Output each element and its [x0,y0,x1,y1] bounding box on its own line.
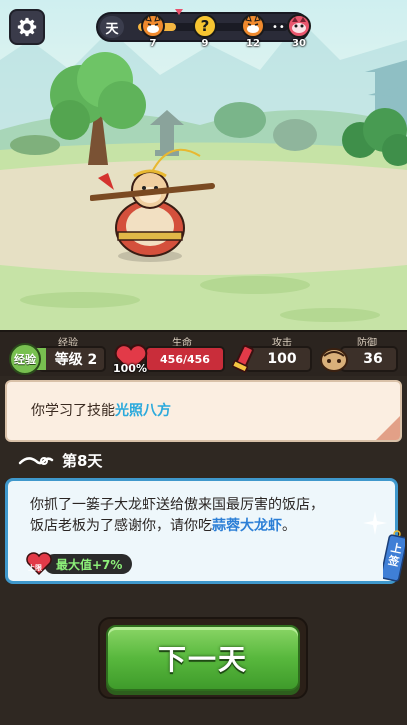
gear-icon [17,17,37,37]
dish-name: 蒜蓉大龙虾 [212,518,282,534]
event-card: 你抓了一篓子大龙虾送给傲来国最厉害的饭店， 饭店老板为了感谢你，请你吃蒜蓉大龙虾… [5,478,398,584]
armor-icon [320,348,348,372]
exp-badge: 经验 [9,343,41,375]
skill-message-card: 你学习了技能光照八方 [5,380,402,442]
progress-day-label: 天 [100,16,124,38]
svg-text:?: ? [201,17,210,35]
event-line-2-prefix: 饭店老板为了感谢你，请你吃 [30,518,212,534]
stats-bar: 经验 经验 等级 2 生命 456/456 100% 攻击 100 防御 36 [0,330,407,376]
day-progress-bar: 天 7 ? 9 12 ••• 30 [96,9,312,49]
next-day-label: 下一天 [157,643,248,676]
progress-node-mystery[interactable]: ? 9 [192,13,218,49]
fortune-tag[interactable]: 上签 [380,530,407,582]
boss-enemy-icon [287,14,311,38]
fox-enemy-icon [241,13,265,38]
sword-icon [232,344,254,373]
fox-enemy-icon [141,13,165,38]
progress-node-fox-2[interactable]: 12 [240,13,266,49]
question-mark-icon: ? [193,14,217,38]
progress-node-number: 7 [149,38,157,49]
day-header: 第8天 [18,449,102,471]
max-hp-badge-label: 上限 [28,564,42,572]
hp-value: 456/456 [160,352,210,366]
skill-message-prefix: 你学习了技能 [31,403,115,419]
progress-node-number: 12 [246,38,260,49]
cloud-swirl-icon [18,457,54,465]
settings-button[interactable] [9,9,45,45]
current-position-marker [175,9,183,15]
event-description: 你抓了一篓子大龙虾送给傲来国最厉害的饭店， 饭店老板为了感谢你，请你吃蒜蓉大龙虾… [30,495,370,537]
event-line-2-suffix: 。 [282,518,296,534]
battle-scene: 天 7 ? 9 12 ••• 30 [0,0,407,330]
card-corner-fold [376,416,400,440]
monkey-king-hero [90,148,215,262]
skill-message: 你学习了技能光照八方 [31,400,171,420]
progress-node-number: 9 [201,38,209,49]
skill-name: 光照八方 [115,403,171,419]
progress-node-fox-1[interactable]: 7 [140,13,166,49]
next-day-button[interactable]: 下一天 [98,617,308,699]
event-line-2: 饭店老板为了感谢你，请你吃蒜蓉大龙虾。 [30,516,370,537]
hp-percent: 100% [113,362,147,375]
progress-node-boss[interactable]: 30 [286,13,312,49]
reward-row: 上限 最大值+7% [26,552,133,576]
level-value: 等级 2 [38,346,106,372]
day-number: 第8天 [62,451,103,470]
next-day-button-face[interactable]: 下一天 [106,625,300,691]
progress-node-number: 30 [292,38,306,49]
reward-text: 最大值+7% [44,554,133,574]
max-hp-heart-icon: 上限 [26,552,52,576]
event-line-1: 你抓了一篓子大龙虾送给傲来国最厉害的饭店， [30,497,324,513]
